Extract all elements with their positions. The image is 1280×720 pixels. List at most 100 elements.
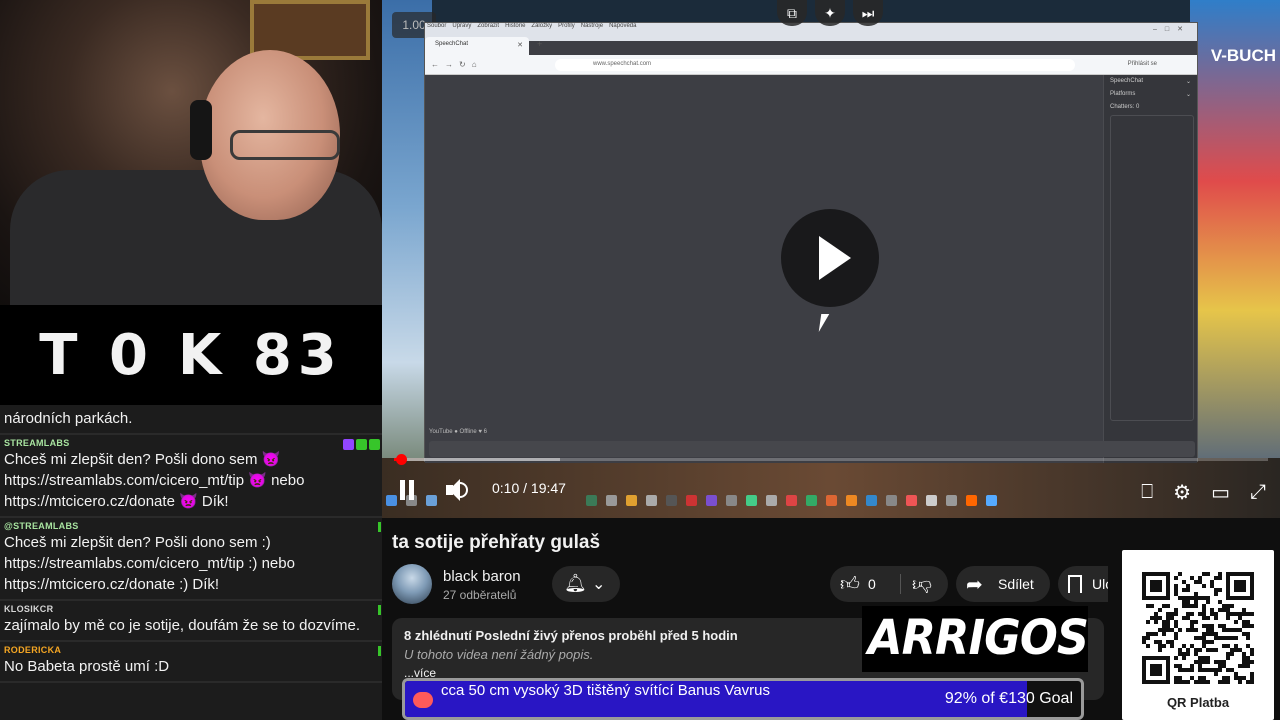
pause-button[interactable] <box>398 480 416 500</box>
menu-item: Profily <box>558 23 575 29</box>
channel-avatar[interactable] <box>392 564 432 604</box>
webcam-feed <box>0 0 382 305</box>
taskbar-app-icon <box>786 494 797 506</box>
verified-badge-icon <box>356 439 367 450</box>
taskbar-app-icon <box>426 494 437 506</box>
player-top-icons: ⧉ ✦ ⏭ <box>777 0 883 26</box>
chat-message: STREAMLABS Chceš mi zlepšit den? Pošli d… <box>0 435 382 518</box>
time-display: 0:10 / 19:47 <box>492 480 566 496</box>
save-button[interactable]: Ulo <box>1058 566 1108 602</box>
like-count: 0 <box>868 576 876 592</box>
window-controls-icon: –□✕ <box>1153 26 1191 33</box>
taskbar-app-icon <box>966 494 977 506</box>
taskbar-app-icon <box>906 494 917 506</box>
browser-nav-icons: ←→↻⌂ <box>431 60 483 69</box>
browser-tab: SpeechChat ✕ <box>425 37 529 55</box>
share-button[interactable]: ➦ Sdílet <box>956 566 1050 602</box>
heart-icon <box>413 692 433 708</box>
time-total: 19:47 <box>530 480 566 496</box>
share-label: Sdílet <box>998 576 1034 592</box>
menu-item: Soubor <box>427 23 447 29</box>
taskbar-app-icon <box>806 494 817 506</box>
taskbar-app-icon <box>666 494 677 506</box>
taskbar-app-icon <box>706 494 717 506</box>
headphone-icon <box>190 100 212 160</box>
dislike-button[interactable]: 👍︎ <box>900 566 948 602</box>
chat-message: KLOSIKCR zajímalo by mě co je sotije, do… <box>0 601 382 642</box>
sidebar-row: Chatters: 0 <box>1110 104 1140 110</box>
chat-author: KLOSIKCR <box>4 604 54 614</box>
taskbar-app-icon <box>926 494 937 506</box>
autoplay-icon[interactable]: ⏭ <box>853 0 883 26</box>
chat-panel: národních parkách. STREAMLABS Chceš mi z… <box>0 405 382 720</box>
miniplayer-icon[interactable]: ⧉ <box>777 0 807 26</box>
qr-payment-box: QR Platba <box>1122 550 1274 720</box>
chat-author: @STREAMLABS <box>4 521 79 531</box>
notification-bell-button[interactable]: 🔔︎ ⌄ <box>552 566 620 602</box>
taskbar-app-icon <box>686 494 697 506</box>
progress-loaded <box>394 458 561 461</box>
like-dislike-group: 👍︎ 0 👍︎ <box>830 566 948 602</box>
channel-name[interactable]: black baron <box>443 568 521 585</box>
bell-icon: 🔔︎ <box>564 573 587 593</box>
sponsor-logo-text: ARRIGOS <box>868 610 1088 666</box>
qr-label: QR Platba <box>1166 695 1230 710</box>
time-current: 0:10 <box>492 480 520 496</box>
twitch-badge-icon <box>343 439 354 450</box>
browser-tab-title: SpeechChat <box>435 41 469 47</box>
video-player[interactable]: V-BUCH 1.00 Soubor Úpravy Zobrazit Histo… <box>382 0 1280 518</box>
menu-item: Nástroje <box>580 23 604 29</box>
sidebar-row: Platforms ⌄ <box>1110 91 1191 98</box>
player-right-controls: ⎕ ⚙ ▭ ⤢ <box>1141 480 1266 505</box>
theater-mode-icon[interactable]: ▭ <box>1211 480 1230 505</box>
new-tab-icon: + <box>537 39 543 49</box>
bookmark-icon <box>1068 575 1082 593</box>
menu-item: Historie <box>505 23 526 29</box>
taskbar-app-icon <box>586 494 597 506</box>
qr-code <box>1142 572 1254 684</box>
chatters-panel <box>1110 115 1194 421</box>
save-label: Ulo <box>1092 576 1108 592</box>
chat-message: @STREAMLABS Chceš mi zlepšit den? Pošli … <box>0 518 382 601</box>
thumbs-up-icon: 👍︎ <box>840 574 860 595</box>
volume-icon[interactable] <box>444 478 470 502</box>
fullscreen-icon[interactable]: ⤢ <box>1250 481 1266 504</box>
donation-goal-bar: cca 50 cm vysoký 3D tištěný svítící Banu… <box>402 678 1084 720</box>
browser-url: www.speechchat.com <box>555 59 1075 71</box>
left-overlay-column: T 0 K 83 národních parkách. STREAMLABS C… <box>0 0 382 720</box>
menu-item: Úpravy <box>452 23 472 29</box>
taskbar-app-icon <box>746 494 757 506</box>
speechchat-sendbar <box>429 441 1195 457</box>
progress-bar[interactable] <box>394 454 1268 465</box>
scoreboard: T 0 K 83 <box>0 305 382 405</box>
browser-menu: Soubor Úpravy Zobrazit Historie Záložky … <box>425 23 636 31</box>
sidebar-row: SpeechChat ⌄ <box>1110 78 1191 85</box>
taskbar-app-icon <box>386 494 397 506</box>
video-title: ta sotije přehřaty gulaš <box>392 532 601 553</box>
mod-badge-icon <box>369 439 380 450</box>
subtitles-icon[interactable]: ⎕ <box>1141 481 1153 504</box>
menu-item: Nápověda <box>609 23 637 29</box>
share-icon: ➦ <box>966 574 983 596</box>
speechchat-status: YouTube ● Offline ♥ 6 <box>429 429 488 435</box>
sparkle-icon[interactable]: ✦ <box>815 0 845 26</box>
taskbar-app-icon <box>986 494 997 506</box>
taskbar-app-icon <box>726 494 737 506</box>
like-button[interactable]: 👍︎ 0 <box>830 566 900 602</box>
tab-close-icon: ✕ <box>517 42 523 49</box>
goal-progress-label: 92% of €130 Goal <box>944 690 1073 707</box>
taskbar-app-icon <box>946 494 957 506</box>
chat-message-text: Chceš mi zlepšit den? Pošli dono sem 👿 h… <box>4 451 305 510</box>
chat-message-text: zajímalo by mě co je sotije, doufám že s… <box>4 617 360 634</box>
menu-item: Zobrazit <box>477 23 500 29</box>
chat-message: RODERICKA No Babeta prostě umí :D <box>0 642 382 683</box>
taskbar-app-icon <box>766 494 777 506</box>
taskbar-app-icon <box>866 494 877 506</box>
taskbar-app-icon <box>826 494 837 506</box>
subscriber-count: 27 odběratelů <box>443 588 517 602</box>
taskbar-app-icon <box>886 494 897 506</box>
browser-signin: Přihlásit se <box>1127 61 1157 67</box>
settings-gear-icon[interactable]: ⚙ <box>1173 480 1191 505</box>
play-button[interactable] <box>781 209 879 307</box>
overlay-brand-text: V-BUCH <box>1210 46 1276 65</box>
